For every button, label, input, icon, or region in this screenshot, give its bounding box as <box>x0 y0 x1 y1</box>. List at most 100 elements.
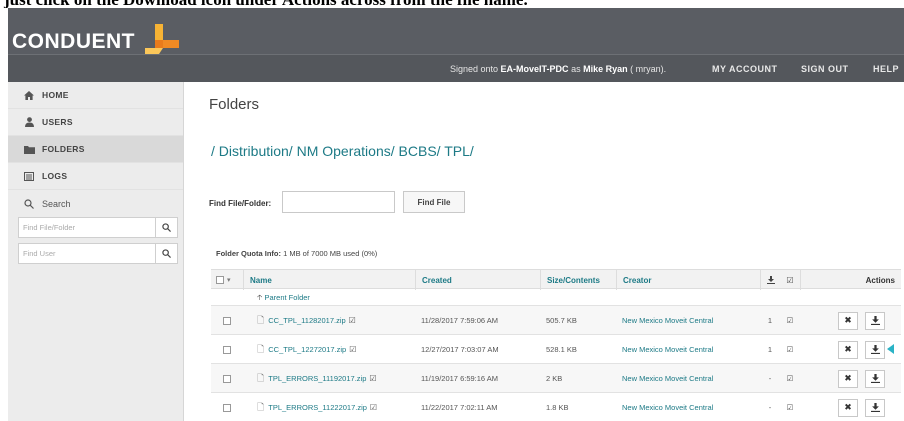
creator-link[interactable]: New Mexico Moveit Central <box>622 306 713 335</box>
signed-host: EA-MoveIT-PDC <box>500 64 569 74</box>
created-cell: 12/27/2017 7:03:07 AM <box>421 345 499 354</box>
find-file-folder-label: Find File/Folder: <box>209 199 272 208</box>
signed-prefix: Signed onto <box>450 64 501 74</box>
user-icon <box>22 117 36 127</box>
column-name[interactable]: Name <box>243 270 272 290</box>
breadcrumb-distribution[interactable]: / Distribution/ <box>211 143 293 159</box>
file-name-cell: 🗋 TPL_ERRORS_11222017.zip ☑ <box>257 393 377 421</box>
user-bar: Signed onto EA-MoveIT-PDC as Mike Ryan (… <box>8 54 904 82</box>
file-icon: 🗋 <box>257 343 265 354</box>
file-icon: 🗋 <box>257 372 265 383</box>
table-body: 🗋 CC_TPL_11282017.zip ☑ 11/28/2017 7:59:… <box>211 305 901 421</box>
size-cell: 2 KB <box>546 374 563 383</box>
creator-link[interactable]: New Mexico Moveit Central <box>622 364 713 393</box>
download-button[interactable] <box>865 398 885 417</box>
signed-mid: as <box>568 64 584 74</box>
file-table: ▾ Name Created Size/Contents Creator ☑ A… <box>211 269 901 421</box>
creator-link[interactable]: New Mexico Moveit Central <box>622 335 713 364</box>
sidebar-item-label: HOME <box>42 90 69 100</box>
created-cell: 11/28/2017 7:59:06 AM <box>421 316 499 325</box>
integrity-check-icon: ☑ <box>369 374 377 383</box>
search-icon <box>162 249 171 258</box>
delete-button[interactable]: ✖ <box>838 398 858 417</box>
integrity-check-icon: ☑ <box>786 345 794 354</box>
sidebar-item-label: LOGS <box>42 171 68 181</box>
integrity-check-icon: ☑ <box>369 403 378 412</box>
quota-value: 1 MB of 7000 MB used (0%) <box>283 249 378 258</box>
help-link[interactable]: HELP <box>873 64 899 74</box>
find-file-button[interactable]: Find File <box>403 191 465 213</box>
logs-icon <box>22 171 36 181</box>
file-name-link[interactable]: CC_TPL_12272017.zip <box>268 345 346 354</box>
page-title: Folders <box>209 96 260 113</box>
sidebar-search-heading: Search <box>8 190 183 217</box>
integrity-check-icon: ☑ <box>786 374 794 383</box>
sidebar-item-logs[interactable]: LOGS <box>8 163 183 190</box>
integrity-check-icon: ☑ <box>349 345 357 354</box>
breadcrumb-tpl[interactable]: TPL/ <box>444 143 474 159</box>
select-all-control[interactable]: ▾ <box>216 270 231 290</box>
row-checkbox[interactable] <box>223 345 231 354</box>
integrity-check-icon: ☑ <box>348 316 356 325</box>
find-user-input[interactable] <box>19 244 155 263</box>
download-count-cell: - <box>768 374 772 383</box>
breadcrumb: / Distribution/ NM Operations/ BCBS/ TPL… <box>211 143 474 159</box>
find-file-input[interactable] <box>282 191 395 213</box>
sign-out-link[interactable]: SIGN OUT <box>801 64 849 74</box>
breadcrumb-bcbs[interactable]: BCBS/ <box>399 143 441 159</box>
creator-link[interactable]: New Mexico Moveit Central <box>622 393 713 421</box>
sidebar-item-label: USERS <box>42 117 73 127</box>
download-icon <box>870 316 880 325</box>
integrity-check-icon: ☑ <box>786 316 794 325</box>
find-file-folder-input[interactable] <box>19 218 155 237</box>
integrity-check-icon: ☑ <box>786 275 794 285</box>
sidebar-item-folders[interactable]: FOLDERS <box>8 136 183 163</box>
find-user-field <box>18 243 178 264</box>
download-icon <box>870 374 880 383</box>
sidebar-item-home[interactable]: HOME <box>8 82 183 109</box>
folder-icon <box>22 145 36 154</box>
parent-folder-row: 🡡 Parent Folder <box>211 289 901 305</box>
size-cell: 505.7 KB <box>546 316 577 325</box>
delete-button[interactable]: ✖ <box>838 340 858 359</box>
chevron-down-icon[interactable]: ▾ <box>227 276 231 284</box>
sidebar-item-users[interactable]: USERS <box>8 109 183 136</box>
document-caption: just click on the Download icon under Ac… <box>0 0 904 8</box>
signed-suffix: ( mryan). <box>627 64 667 74</box>
delete-button[interactable]: ✖ <box>838 311 858 330</box>
search-icon <box>162 223 171 232</box>
signed-on-status: Signed onto EA-MoveIT-PDC as Mike Ryan (… <box>450 64 666 74</box>
column-actions: Actions <box>800 270 901 290</box>
delete-button[interactable]: ✖ <box>838 369 858 388</box>
parent-folder-link[interactable]: 🡡 Parent Folder <box>257 292 310 305</box>
download-icon <box>766 276 775 284</box>
file-name-link[interactable]: TPL_ERRORS_11192017.zip <box>268 374 366 383</box>
select-all-checkbox[interactable] <box>216 276 224 284</box>
file-name-cell: 🗋 CC_TPL_12272017.zip ☑ <box>257 335 356 364</box>
file-icon: 🗋 <box>257 314 265 325</box>
table-row: 🗋 TPL_ERRORS_11192017.zip ☑ 11/19/2017 6… <box>211 363 901 392</box>
find-file-folder-search-button[interactable] <box>155 218 177 237</box>
column-created[interactable]: Created <box>415 270 538 290</box>
row-checkbox[interactable] <box>223 374 231 383</box>
download-button[interactable] <box>865 340 885 359</box>
column-size[interactable]: Size/Contents <box>540 270 616 290</box>
my-account-link[interactable]: MY ACCOUNT <box>712 64 778 74</box>
column-downloads[interactable] <box>760 270 780 290</box>
file-name-link[interactable]: CC_TPL_11282017.zip <box>268 316 345 325</box>
created-cell: 11/22/2017 7:02:11 AM <box>421 403 498 412</box>
row-checkbox[interactable] <box>223 403 231 412</box>
up-arrow-icon: 🡡 <box>257 293 263 302</box>
home-icon <box>22 90 36 100</box>
signed-user: Mike Ryan <box>583 64 628 74</box>
column-creator[interactable]: Creator <box>616 270 760 290</box>
file-name-link[interactable]: TPL_ERRORS_11222017.zip <box>268 403 367 412</box>
row-checkbox[interactable] <box>223 316 231 325</box>
download-button[interactable] <box>865 369 885 388</box>
table-row: 🗋 CC_TPL_12272017.zip ☑ 12/27/2017 7:03:… <box>211 334 901 363</box>
breadcrumb-nm-operations[interactable]: NM Operations/ <box>297 143 395 159</box>
column-integrity[interactable]: ☑ <box>780 270 800 290</box>
find-user-search-button[interactable] <box>155 244 177 263</box>
download-button[interactable] <box>865 311 885 330</box>
parent-folder-label: Parent Folder <box>264 293 310 302</box>
